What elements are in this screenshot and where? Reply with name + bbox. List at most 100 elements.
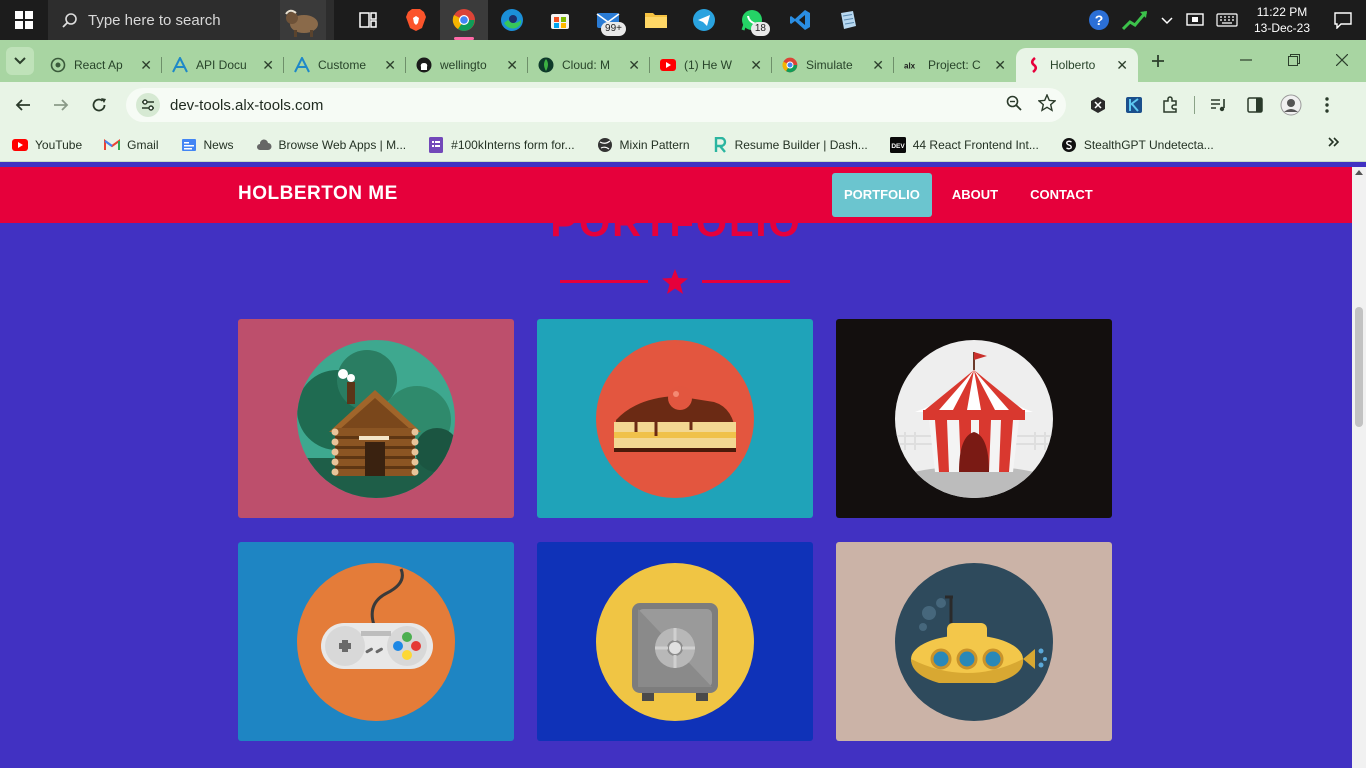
windows-start-button[interactable] xyxy=(0,0,48,40)
bookmark-resume-builder[interactable]: Resume Builder | Dash... xyxy=(712,136,868,153)
tray-overflow-button[interactable] xyxy=(1154,0,1180,40)
help-tray-button[interactable]: ? xyxy=(1082,0,1116,40)
keyboard-tray-button[interactable] xyxy=(1210,0,1244,40)
restore-button[interactable] xyxy=(1270,40,1318,80)
zoom-button[interactable] xyxy=(1006,95,1022,116)
browser-tab[interactable]: Simulate ✕ xyxy=(772,48,894,82)
portfolio-item-game[interactable] xyxy=(238,542,514,741)
tab-title: Project: C xyxy=(928,58,981,72)
notifications-button[interactable] xyxy=(1320,0,1366,40)
tabs-list: React Ap ✕ API Docu ✕ Custome ✕ wellingto ✕ Clou… xyxy=(40,40,1138,82)
browser-tab[interactable]: Holberto ✕ xyxy=(1016,48,1138,82)
extensions-menu-button[interactable] xyxy=(1152,89,1188,121)
tab-close-icon[interactable]: ✕ xyxy=(628,57,640,74)
resume-r-icon xyxy=(714,136,726,153)
page-scrollbar[interactable] xyxy=(1352,167,1366,768)
tab-close-icon[interactable]: ✕ xyxy=(872,57,884,74)
brave-taskbar-button[interactable] xyxy=(392,0,440,40)
brave-icon xyxy=(406,9,426,31)
media-control-button[interactable] xyxy=(1201,89,1237,121)
notepad-icon xyxy=(841,11,856,29)
portfolio-item-circus[interactable] xyxy=(836,319,1112,518)
browser-tab[interactable]: React Ap ✕ xyxy=(40,48,162,82)
display-tray-button[interactable] xyxy=(1180,0,1210,40)
close-window-button[interactable] xyxy=(1318,40,1366,80)
nav-link-contact[interactable]: CONTACT xyxy=(1018,173,1105,217)
nav-link-portfolio[interactable]: PORTFOLIO xyxy=(832,173,932,217)
cabin-icon xyxy=(297,339,455,498)
portfolio-item-submarine[interactable] xyxy=(836,542,1112,741)
profile-button[interactable] xyxy=(1273,89,1309,121)
portfolio-item-cabin[interactable] xyxy=(238,319,514,518)
ms-store-taskbar-button[interactable] xyxy=(536,0,584,40)
browser-tab[interactable]: API Docu ✕ xyxy=(162,48,284,82)
nav-link-about[interactable]: ABOUT xyxy=(940,173,1010,217)
bookmark-mixin-pattern[interactable]: Mixin Pattern xyxy=(597,137,690,153)
extension-button-1[interactable] xyxy=(1080,89,1116,121)
portfolio-item-cake[interactable] xyxy=(537,319,813,518)
tab-search-button[interactable] xyxy=(6,47,34,75)
browser-tab[interactable]: wellingto ✕ xyxy=(406,48,528,82)
portfolio-item-safe[interactable] xyxy=(537,542,813,741)
scrollbar-thumb[interactable] xyxy=(1355,307,1363,427)
tab-close-icon[interactable]: ✕ xyxy=(994,57,1006,74)
stocks-tray-button[interactable] xyxy=(1116,0,1154,40)
address-bar[interactable]: dev-tools.alx-tools.com xyxy=(126,88,1066,122)
forward-button[interactable] xyxy=(46,90,76,120)
browser-tab[interactable]: alx Project: C ✕ xyxy=(894,48,1016,82)
bookmark-react-interview[interactable]: DEV 44 React Frontend Int... xyxy=(889,136,1039,153)
telegram-taskbar-button[interactable] xyxy=(680,0,728,40)
bookmark-youtube[interactable]: YouTube xyxy=(12,137,82,153)
browser-tab[interactable]: Cloud: M ✕ xyxy=(528,48,650,82)
minimize-button[interactable] xyxy=(1222,40,1270,80)
site-info-button[interactable] xyxy=(136,93,160,117)
reload-button[interactable] xyxy=(84,90,114,120)
arrow-left-icon xyxy=(15,99,30,111)
tab-close-icon[interactable]: ✕ xyxy=(384,57,396,74)
keyboard-icon xyxy=(1216,13,1238,27)
mail-taskbar-button[interactable]: 99+ xyxy=(584,0,632,40)
site-brand-link[interactable]: HOLBERTON ME xyxy=(238,183,398,205)
holberton-icon xyxy=(1026,57,1042,73)
bookmark-news[interactable]: News xyxy=(181,137,234,153)
extension-button-2[interactable] xyxy=(1116,89,1152,121)
tab-close-icon[interactable]: ✕ xyxy=(140,57,152,74)
task-view-button[interactable] xyxy=(344,0,392,40)
system-tray: ? 11:22 PM 13-Dec-23 xyxy=(1082,0,1366,40)
tab-close-icon[interactable]: ✕ xyxy=(262,57,274,74)
bookmark-web-apps[interactable]: Browse Web Apps | M... xyxy=(256,137,406,153)
tab-title: Cloud: M xyxy=(562,58,611,72)
mongodb-icon xyxy=(538,57,554,73)
tab-close-icon[interactable]: ✕ xyxy=(1116,57,1128,74)
taskbar-clock[interactable]: 11:22 PM 13-Dec-23 xyxy=(1244,4,1320,36)
toolbar-separator xyxy=(1194,96,1195,114)
taskbar-search-box[interactable]: Type here to search xyxy=(48,0,334,40)
new-tab-button[interactable] xyxy=(1142,45,1174,77)
chrome-menu-button[interactable] xyxy=(1309,89,1345,121)
tab-close-icon[interactable]: ✕ xyxy=(750,57,762,74)
scroll-up-arrow-icon[interactable] xyxy=(1355,170,1363,175)
chrome-taskbar-button[interactable] xyxy=(440,0,488,40)
bookmark-star-button[interactable] xyxy=(1037,92,1057,117)
browser-tab[interactable]: (1) He W ✕ xyxy=(650,48,772,82)
bookmark-gmail[interactable]: Gmail xyxy=(104,137,159,153)
browser-tab[interactable]: Custome ✕ xyxy=(284,48,406,82)
explorer-taskbar-button[interactable] xyxy=(632,0,680,40)
notes-taskbar-button[interactable] xyxy=(824,0,872,40)
folder-icon xyxy=(645,13,667,28)
vscode-taskbar-button[interactable] xyxy=(776,0,824,40)
cake-slice-icon xyxy=(596,339,754,498)
tab-close-icon[interactable]: ✕ xyxy=(506,57,518,74)
reload-icon xyxy=(92,98,106,112)
edge-taskbar-button[interactable] xyxy=(488,0,536,40)
whatsapp-taskbar-button[interactable]: 18 xyxy=(728,0,776,40)
bookmark-stealthgpt[interactable]: StealthGPT Undetecta... xyxy=(1061,137,1214,153)
side-panel-button[interactable] xyxy=(1237,89,1273,121)
bookmark-label: Mixin Pattern xyxy=(619,137,690,152)
back-button[interactable] xyxy=(8,90,38,120)
svg-text:DEV: DEV xyxy=(891,143,905,150)
task-view-icon xyxy=(359,12,377,28)
bookmark-100k-interns[interactable]: #100kInterns form for... xyxy=(428,136,575,153)
url-text[interactable]: dev-tools.alx-tools.com xyxy=(170,97,1006,114)
bookmarks-overflow-button[interactable] xyxy=(1328,135,1340,153)
